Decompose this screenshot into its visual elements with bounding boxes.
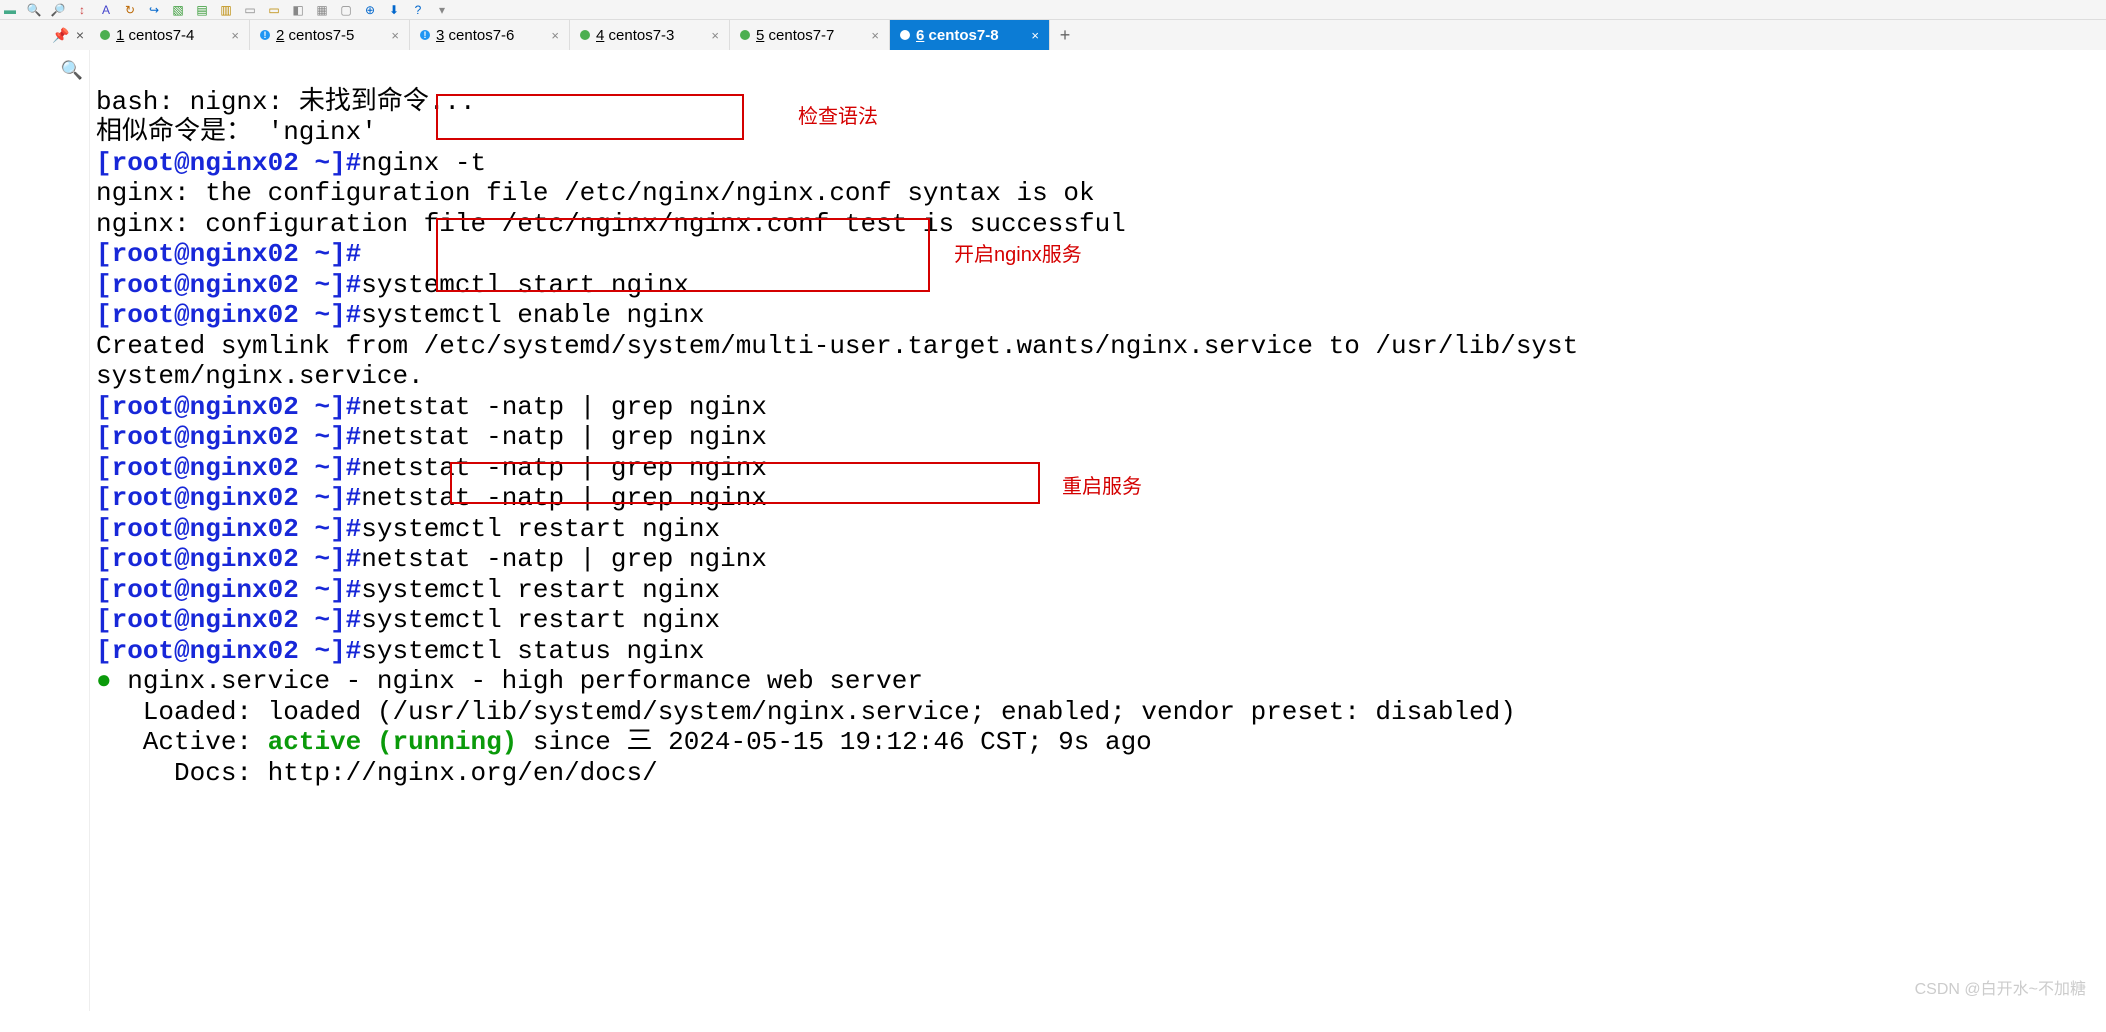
- close-tab-icon[interactable]: ×: [551, 28, 559, 43]
- status-dot-icon: [100, 30, 110, 40]
- command-text: netstat -natp | grep nginx: [361, 422, 767, 452]
- command-text: systemctl status nginx: [361, 636, 704, 666]
- output-line: bash: nignx: 未找到命令...: [96, 87, 476, 117]
- tab-bar: 📌 × 1 centos7-4 × 2 centos7-5 × 3 centos…: [0, 20, 2106, 50]
- command-text: netstat -natp | grep nginx: [361, 453, 767, 483]
- close-tab-icon[interactable]: ×: [711, 28, 719, 43]
- panel-icon[interactable]: ◧: [290, 2, 306, 18]
- content-area: 🔍 bash: nignx: 未找到命令... 相似命令是： 'nginx' […: [0, 50, 2106, 1011]
- tab-label: 2 centos7-5: [276, 27, 354, 44]
- close-tab-icon[interactable]: ×: [871, 28, 879, 43]
- command-text: nginx -t: [361, 148, 486, 178]
- output-line: Docs: http://nginx.org/en/docs/: [96, 758, 658, 788]
- command-text: netstat -natp | grep nginx: [361, 544, 767, 574]
- bullet-icon: ●: [96, 666, 112, 696]
- box-icon[interactable]: ▢: [338, 2, 354, 18]
- redo-icon[interactable]: ↪: [146, 2, 162, 18]
- warn-dot-icon: [420, 30, 430, 40]
- status-dot-icon: [740, 30, 750, 40]
- command-text: systemctl enable nginx: [361, 300, 704, 330]
- command-text: systemctl start nginx: [361, 270, 689, 300]
- output-line: Loaded: loaded (/usr/lib/systemd/system/…: [96, 697, 1516, 727]
- tab-label: 6 centos7-8: [916, 27, 999, 44]
- tab-centos7-5[interactable]: 2 centos7-5 ×: [250, 20, 410, 50]
- close-tab-icon[interactable]: ×: [1031, 28, 1039, 43]
- command-text: systemctl restart nginx: [361, 514, 720, 544]
- output-line: nginx.service - nginx - high performance…: [112, 666, 923, 696]
- annotation-check-syntax: 检查语法: [798, 102, 878, 133]
- add-tab-button[interactable]: +: [1050, 20, 1080, 50]
- paste-icon[interactable]: ▥: [218, 2, 234, 18]
- close-tab-icon[interactable]: ×: [391, 28, 399, 43]
- annotation-start-service: 开启nginx服务: [954, 240, 1082, 271]
- open-icon[interactable]: ▭: [266, 2, 282, 18]
- command-text: systemctl restart nginx: [361, 605, 720, 635]
- command-text: netstat -natp | grep nginx: [361, 392, 767, 422]
- output-line: nginx: the configuration file /etc/nginx…: [96, 178, 1095, 208]
- copy-icon[interactable]: ▤: [194, 2, 210, 18]
- command-text: netstat -natp | grep nginx: [361, 483, 767, 513]
- side-controls: 📌 ×: [0, 20, 90, 50]
- gutter: 🔍: [0, 50, 90, 1011]
- tab-centos7-8[interactable]: 6 centos7-8 ×: [890, 20, 1050, 50]
- close-panel-icon[interactable]: ×: [76, 27, 84, 43]
- refresh-icon[interactable]: ↻: [122, 2, 138, 18]
- close-tab-icon[interactable]: ×: [231, 28, 239, 43]
- warn-dot-icon: [260, 30, 270, 40]
- pin-icon[interactable]: 📌: [52, 27, 69, 44]
- terminal-output[interactable]: bash: nignx: 未找到命令... 相似命令是： 'nginx' [ro…: [90, 50, 2106, 1011]
- search-icon[interactable]: 🔍: [61, 60, 83, 81]
- status-active: active (running): [268, 727, 518, 757]
- sort-icon[interactable]: ↕: [74, 2, 90, 18]
- dropdown-icon[interactable]: ▾: [434, 2, 450, 18]
- download-icon[interactable]: ⬇: [386, 2, 402, 18]
- toolbar-icon[interactable]: ▬: [2, 2, 18, 18]
- grid-icon[interactable]: ▦: [314, 2, 330, 18]
- status-dot-icon: [580, 30, 590, 40]
- annotation-restart-service: 重启服务: [1062, 472, 1142, 503]
- tab-label: 1 centos7-4: [116, 27, 194, 44]
- output-line: Created symlink from /etc/systemd/system…: [96, 331, 1578, 361]
- zoom-out-icon[interactable]: 🔎: [50, 2, 66, 18]
- tab-centos7-7[interactable]: 5 centos7-7 ×: [730, 20, 890, 50]
- tab-centos7-6[interactable]: 3 centos7-6 ×: [410, 20, 570, 50]
- tab-label: 5 centos7-7: [756, 27, 834, 44]
- output-line: 相似命令是： 'nginx': [96, 117, 377, 147]
- zoom-in-icon[interactable]: 🔍: [26, 2, 42, 18]
- command-text: systemctl restart nginx: [361, 575, 720, 605]
- watermark: CSDN @白开水~不加糖: [1915, 975, 2086, 1006]
- output-line: system/nginx.service.: [96, 361, 424, 391]
- tab-label: 3 centos7-6: [436, 27, 514, 44]
- doc-icon[interactable]: ▧: [170, 2, 186, 18]
- tab-centos7-4[interactable]: 1 centos7-4 ×: [90, 20, 250, 50]
- highlight-box: [436, 94, 744, 140]
- add-icon[interactable]: ⊕: [362, 2, 378, 18]
- tab-centos7-3[interactable]: 4 centos7-3 ×: [570, 20, 730, 50]
- font-icon[interactable]: A: [98, 2, 114, 18]
- top-toolbar: ▬ 🔍 🔎 ↕ A ↻ ↪ ▧ ▤ ▥ ▭ ▭ ◧ ▦ ▢ ⊕ ⬇ ? ▾: [0, 0, 2106, 20]
- folder-icon[interactable]: ▭: [242, 2, 258, 18]
- tab-label: 4 centos7-3: [596, 27, 674, 44]
- output-line: nginx: configuration file /etc/nginx/ngi…: [96, 209, 1126, 239]
- status-dot-icon: [900, 30, 910, 40]
- help-icon[interactable]: ?: [410, 2, 426, 18]
